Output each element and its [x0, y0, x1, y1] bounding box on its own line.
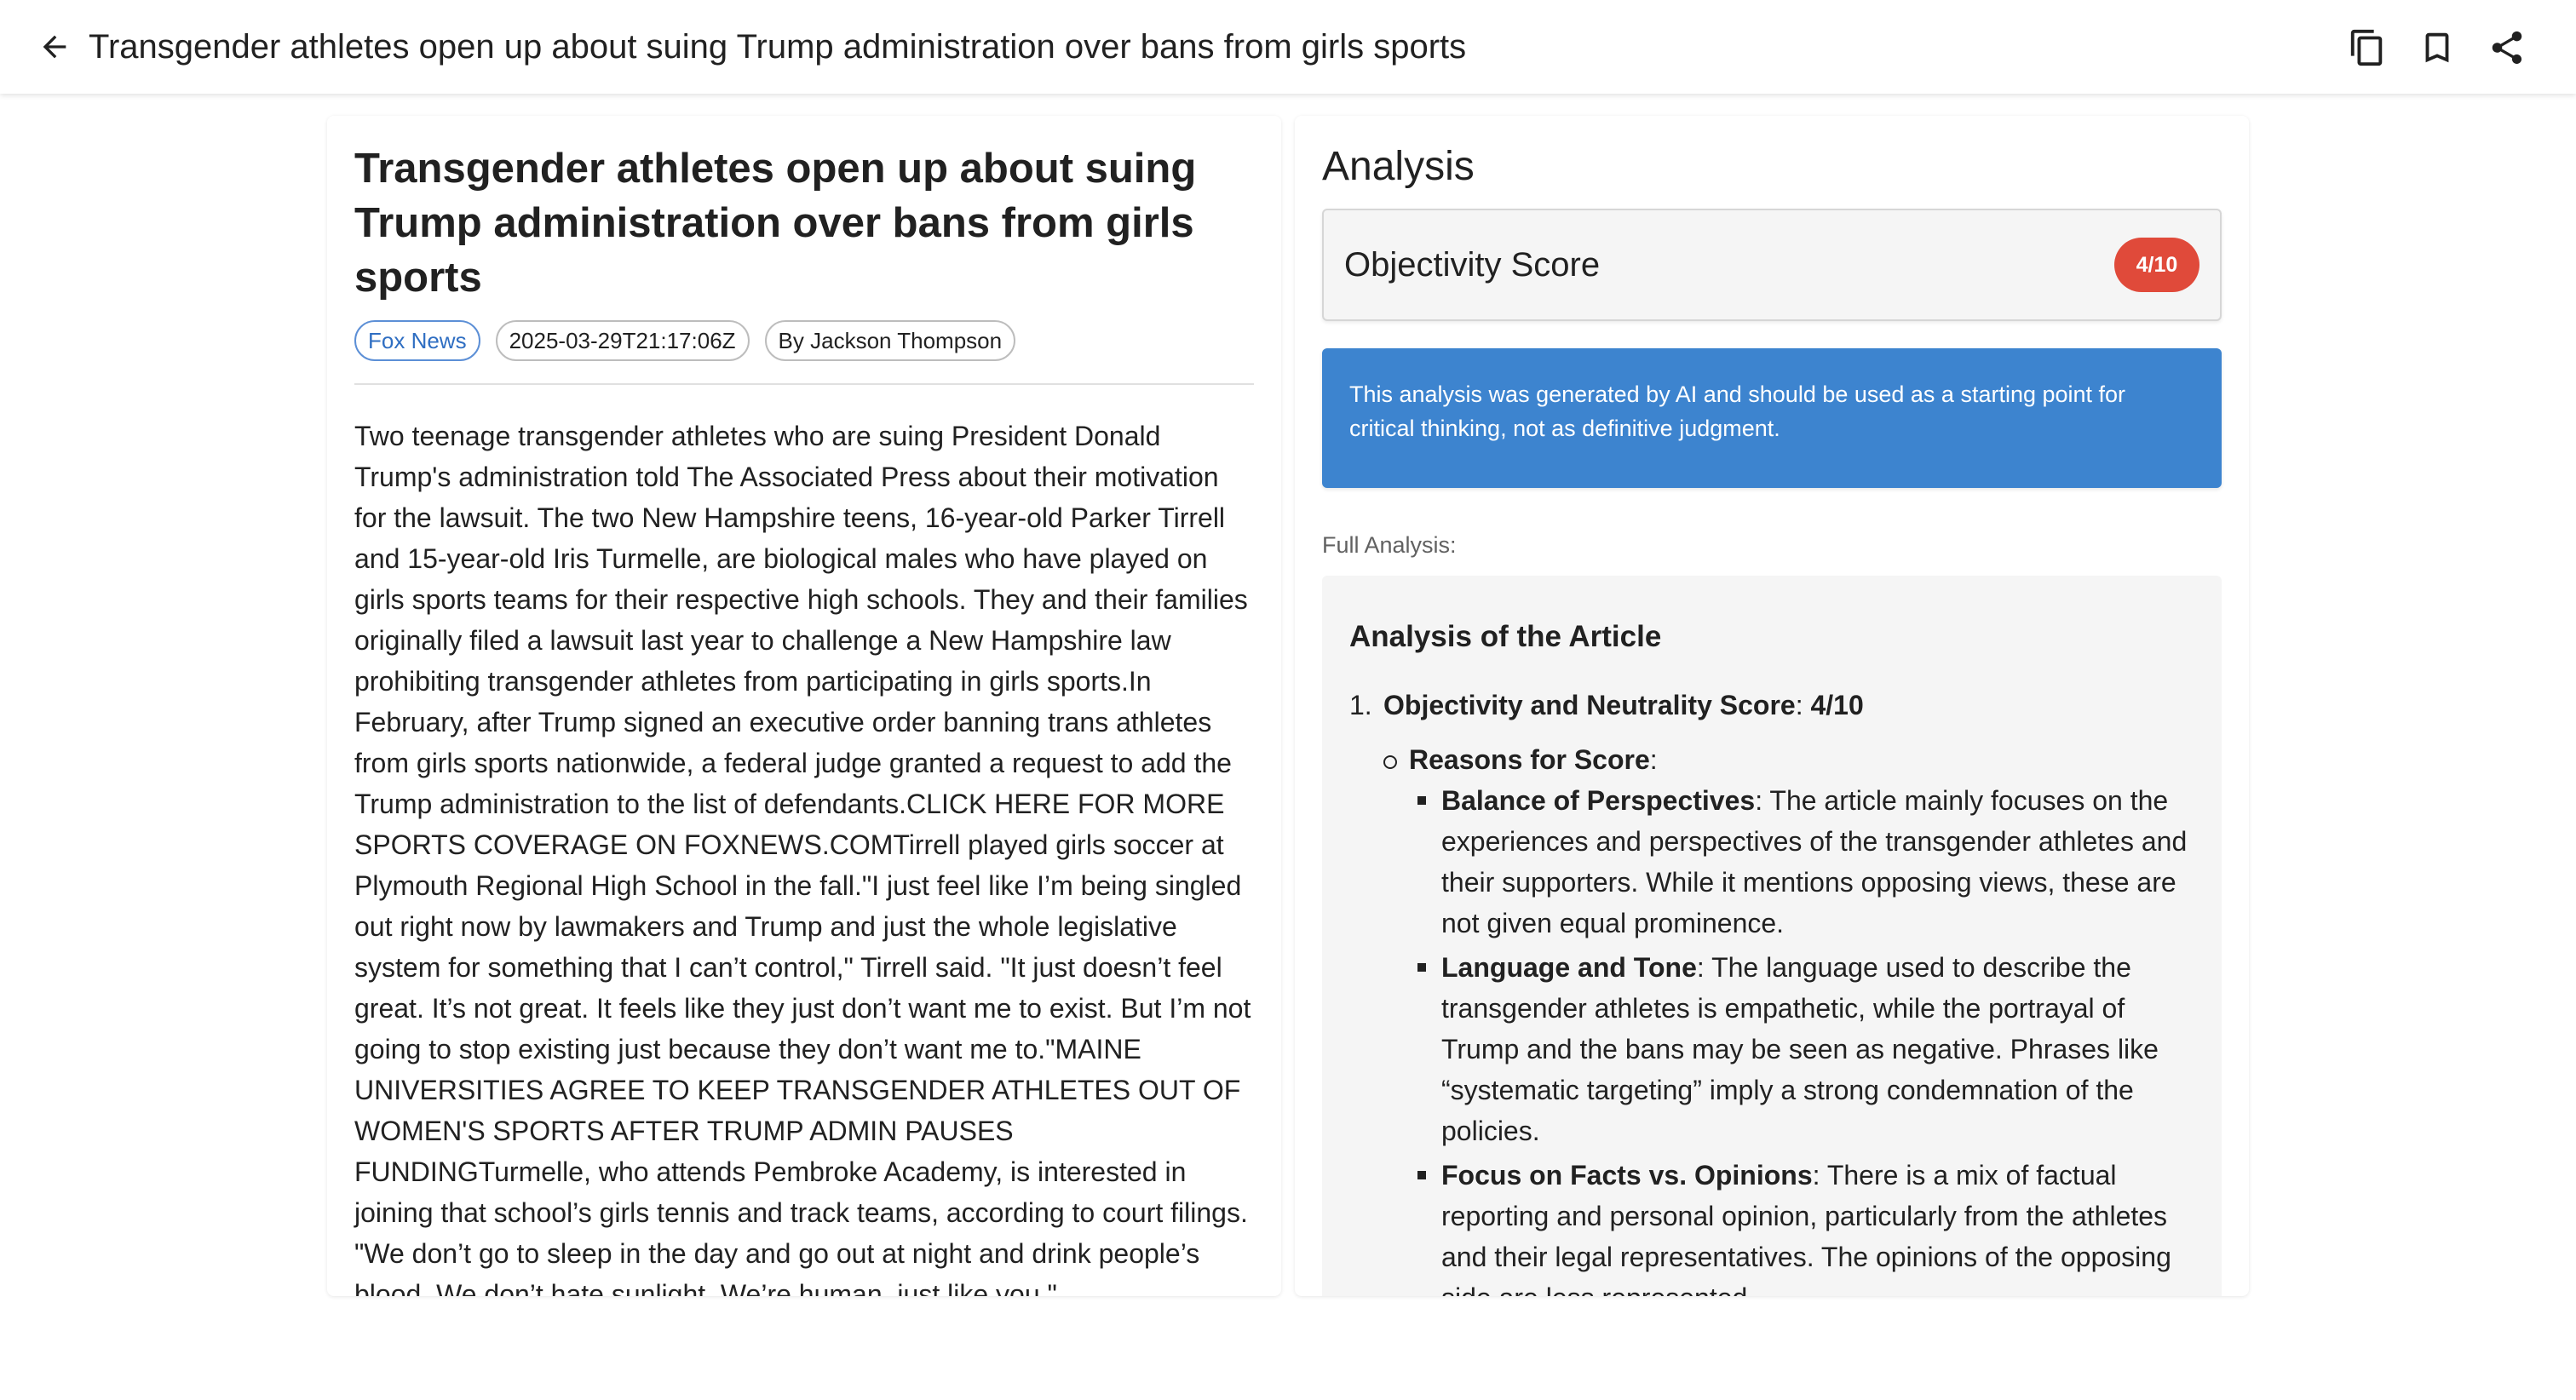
reasons-list: Balance of Perspectives: The article mai… — [1417, 780, 2194, 1296]
list-number: 1. — [1349, 690, 1372, 720]
bookmark-button[interactable] — [2412, 23, 2462, 72]
ai-disclaimer: This analysis was generated by AI and sh… — [1322, 348, 2222, 488]
article-title: Transgender athletes open up about suing… — [354, 146, 1197, 301]
reasons-item: Reasons for Score: Balance of Perspectiv… — [1383, 739, 2194, 1296]
list-item: Language and Tone: The language used to … — [1417, 947, 2194, 1151]
date-chip: 2025-03-29T21:17:06Z — [495, 320, 750, 361]
divider — [354, 383, 1254, 385]
item-sep: : — [1795, 690, 1803, 720]
square-bullet-icon — [1417, 963, 1426, 972]
point-label: Focus on Facts vs. Opinions — [1441, 1160, 1813, 1191]
analysis-card: Analysis Objectivity Score 4/10 This ana… — [1295, 116, 2249, 1296]
share-icon — [2492, 31, 2522, 65]
toolbar-actions — [2343, 23, 2532, 72]
item-value: 4/10 — [1810, 690, 1864, 720]
square-bullet-icon — [1417, 1171, 1426, 1179]
list-item: 1. Objectivity and Neutrality Score: 4/10 — [1349, 685, 2194, 726]
share-button[interactable] — [2482, 23, 2532, 72]
source-chip[interactable]: Fox News — [354, 320, 480, 361]
full-analysis-label: Full Analysis: — [1322, 532, 1457, 558]
author-chip: By Jackson Thompson — [764, 320, 1016, 361]
item-label: Objectivity and Neutrality Score — [1383, 690, 1796, 720]
article-body: Two teenage transgender athletes who are… — [354, 421, 1251, 1296]
app-bar: Transgender athletes open up about suing… — [0, 0, 2576, 94]
score-label: Objectivity Score — [1344, 245, 1601, 284]
bookmark-icon — [2425, 32, 2449, 63]
analysis-list: 1. Objectivity and Neutrality Score: 4/10… — [1349, 685, 2194, 1296]
objectivity-score-panel[interactable]: Objectivity Score 4/10 — [1322, 209, 2222, 321]
full-analysis-box: Analysis of the Article 1. Objectivity an… — [1322, 576, 2222, 1296]
reasons-sep: : — [1649, 744, 1658, 775]
article-card: Transgender athletes open up about suing… — [327, 116, 1281, 1296]
reasons-label: Reasons for Score — [1409, 744, 1650, 775]
back-button[interactable] — [31, 23, 78, 71]
full-analysis-title: Analysis of the Article — [1349, 620, 1662, 653]
list-item: Focus on Facts vs. Opinions: There is a … — [1417, 1155, 2194, 1296]
copy-icon — [2350, 29, 2383, 66]
page-title: Transgender athletes open up about suing… — [89, 27, 1467, 66]
point-label: Balance of Perspectives — [1441, 785, 1756, 816]
arrow-left-icon — [43, 35, 66, 59]
analysis-heading: Analysis — [1322, 144, 1475, 189]
copy-button[interactable] — [2343, 23, 2392, 72]
point-label: Language and Tone — [1441, 952, 1697, 983]
score-badge: 4/10 — [2114, 238, 2199, 292]
list-item: Balance of Perspectives: The article mai… — [1417, 780, 2194, 944]
article-meta: Fox News 2025-03-29T21:17:06Z By Jackson… — [354, 320, 1254, 361]
square-bullet-icon — [1417, 796, 1426, 805]
circle-bullet-icon — [1383, 755, 1397, 769]
